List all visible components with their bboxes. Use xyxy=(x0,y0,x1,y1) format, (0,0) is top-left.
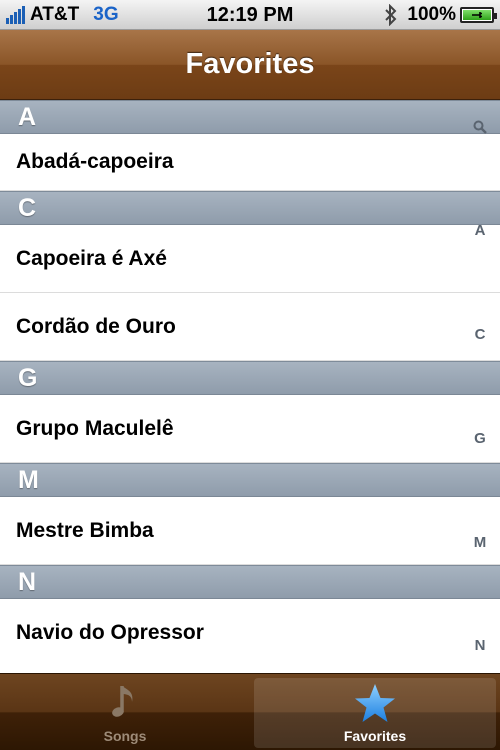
navigation-bar: Favorites xyxy=(0,30,500,100)
bluetooth-icon xyxy=(385,4,397,26)
section-header-a: A xyxy=(0,100,500,134)
search-icon[interactable] xyxy=(473,120,487,134)
index-letter-c[interactable]: C xyxy=(460,326,500,343)
battery-percentage: 100% xyxy=(407,4,456,25)
tab-songs[interactable]: Songs xyxy=(4,678,246,748)
tab-label-songs: Songs xyxy=(103,728,147,744)
music-note-icon xyxy=(112,686,133,717)
list-item[interactable]: Mestre Bimba xyxy=(0,497,500,565)
tab-favorites[interactable]: Favorites xyxy=(254,678,496,748)
list-item[interactable]: Navio do Opressor xyxy=(0,599,500,667)
list-item[interactable]: Grupo Maculelê xyxy=(0,395,500,463)
status-right: 100% xyxy=(383,4,497,26)
list-item[interactable]: Abadá-capoeira xyxy=(0,134,500,191)
index-letter-n[interactable]: N xyxy=(460,637,500,654)
status-bar: AT&T 3G 12:19 PM 100% xyxy=(0,0,500,30)
index-letter-m[interactable]: M xyxy=(460,534,500,551)
section-index[interactable]: A C G M N xyxy=(460,100,500,673)
list-item[interactable]: Cordão de Ouro xyxy=(0,293,500,361)
section-header-m: M xyxy=(0,463,500,497)
favorites-list[interactable]: A Abadá-capoeira C Capoeira é Axé Cordão… xyxy=(0,100,500,673)
index-letter-g[interactable]: G xyxy=(460,430,500,447)
tab-bar: Songs Favorites xyxy=(0,673,500,750)
section-header-c: C xyxy=(0,191,500,225)
list-item[interactable]: Capoeira é Axé xyxy=(0,225,500,293)
tab-label-favorites: Favorites xyxy=(343,728,407,744)
section-header-g: G xyxy=(0,361,500,395)
star-icon xyxy=(355,684,395,722)
section-header-n: N xyxy=(0,565,500,599)
battery-charging-icon xyxy=(460,7,497,23)
index-letter-a[interactable]: A xyxy=(460,222,500,239)
page-title: Favorites xyxy=(185,48,315,80)
